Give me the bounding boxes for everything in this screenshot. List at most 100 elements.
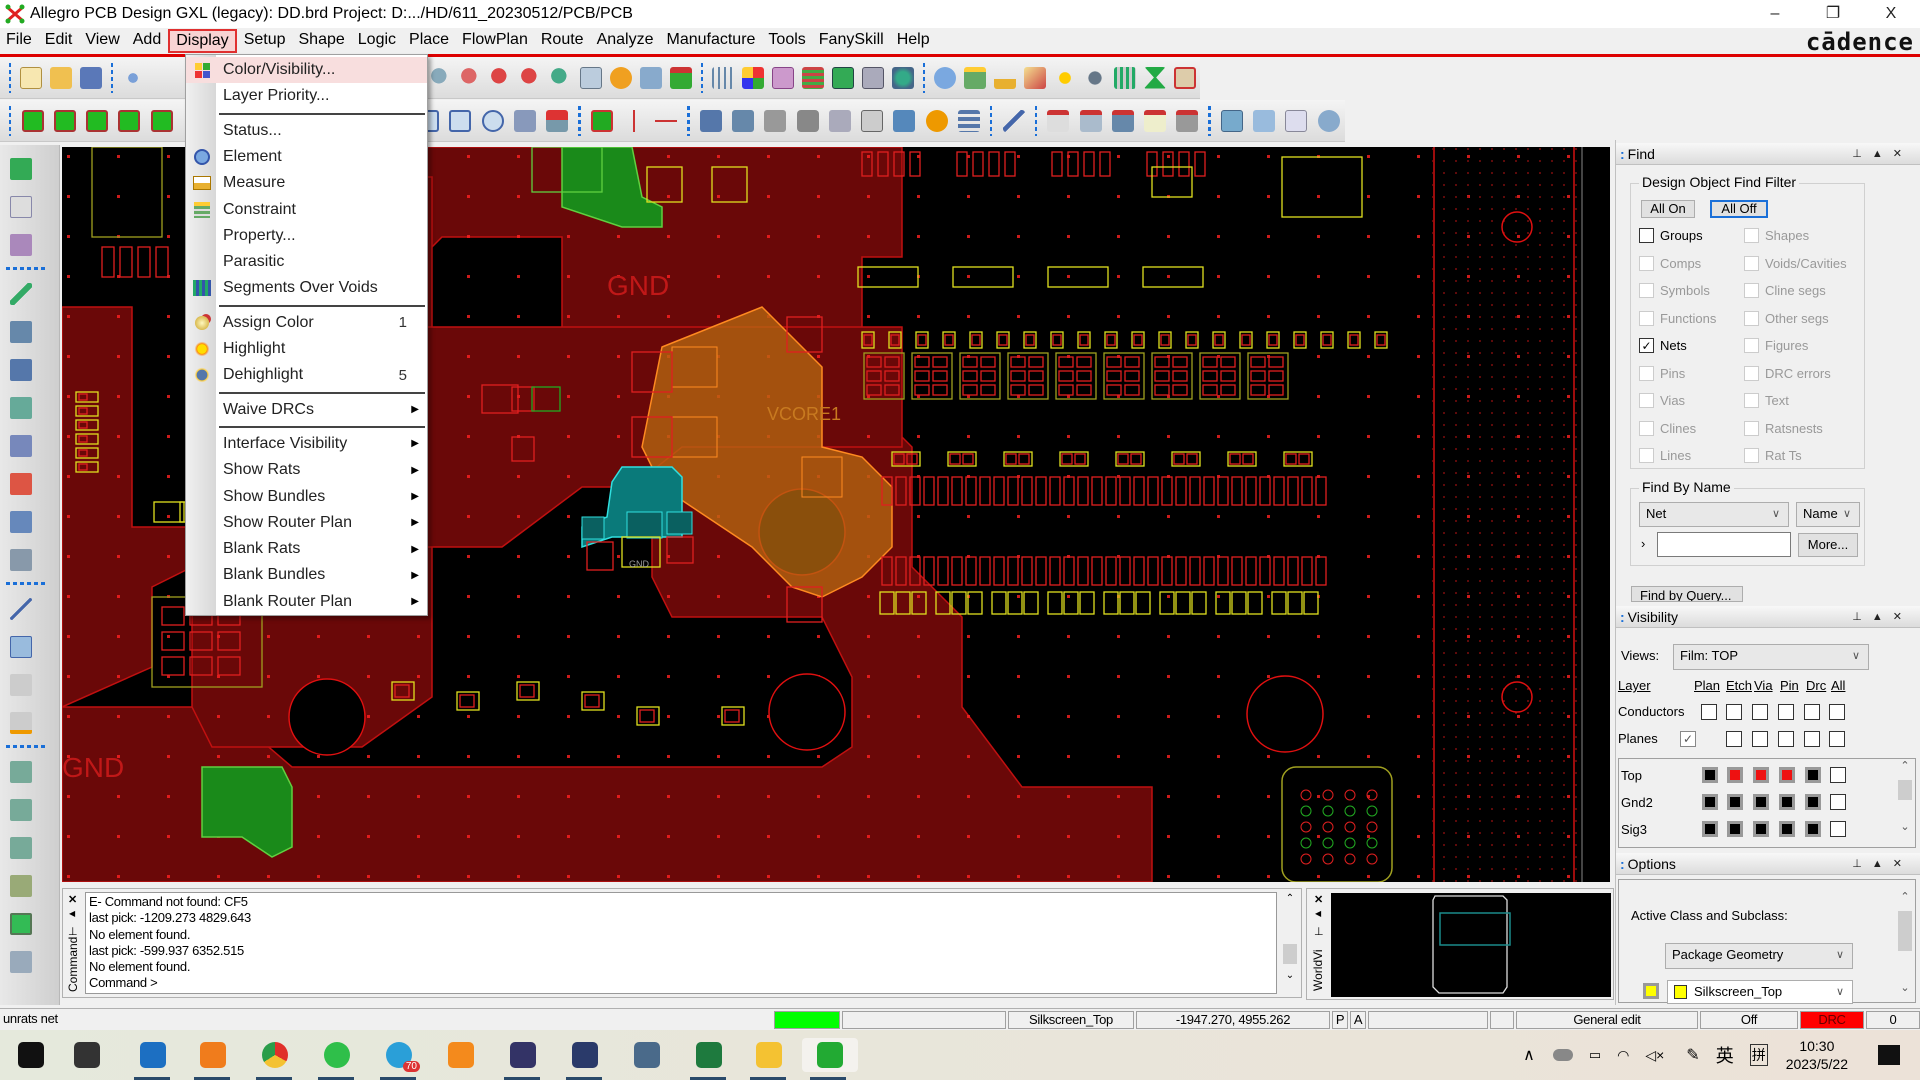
report-button[interactable] [860,106,884,136]
toolbar-grip[interactable] [1208,105,1211,136]
find-by-query-button[interactable]: Find by Query... [1631,586,1743,602]
layer-color-checkbox[interactable] [1779,794,1795,810]
find-filter-other-segs[interactable]: Other segs [1744,310,1829,326]
toolbar-grip[interactable] [6,745,46,748]
task-view-icon[interactable] [70,1038,104,1072]
visibility-checkbox[interactable] [1726,704,1742,720]
menu-item-assign-color[interactable]: Assign Color 1 [186,310,427,336]
find-filter-ratsnests[interactable]: Ratsnests [1744,420,1823,436]
tool-place-manual[interactable] [6,155,36,183]
find-filter-rat-ts[interactable]: Rat Ts [1744,448,1802,463]
close-icon[interactable]: ✕ [1314,893,1323,906]
toolbar-grip[interactable] [111,62,114,93]
scroll-down-icon[interactable]: ⌄ [1281,970,1299,981]
menu-item-constraint[interactable]: Constraint [186,197,427,223]
tool-edit-text[interactable] [6,709,36,737]
class-select[interactable]: Package Geometry ∨ [1665,943,1853,969]
zoom-in-button[interactable] [489,63,512,93]
find-filter-symbols[interactable]: Symbols [1639,283,1710,298]
place-button[interactable] [20,106,44,136]
menu-setup[interactable]: Setup [238,29,292,53]
flip-button[interactable] [669,63,692,93]
allegro-icon[interactable] [802,1038,858,1072]
highlight-button[interactable] [1054,63,1077,93]
checkbox[interactable] [1639,283,1654,298]
layer-color-checkbox[interactable] [1727,767,1743,783]
menu-item-status[interactable]: Status... [186,118,427,144]
menu-item-interface-visibility[interactable]: Interface Visibility ▶ [186,431,427,457]
visibility-checkbox[interactable] [1752,731,1768,747]
toolbar-grip[interactable] [687,105,690,136]
refdes-button[interactable] [828,106,852,136]
collapse-icon[interactable]: ▲ [1872,858,1893,870]
menu-item-highlight[interactable]: Highlight [186,336,427,362]
grid-button[interactable] [711,63,734,93]
toolbar-grip[interactable] [990,105,993,136]
menu-item-dehighlight[interactable]: Dehighlight 5 [186,362,427,388]
layer-color-checkbox[interactable] [1805,767,1821,783]
tool-edit-vertex[interactable] [6,758,36,786]
menu-edit[interactable]: Edit [39,29,79,53]
column-header-all[interactable]: All [1831,678,1845,693]
tool-custom-smooth[interactable] [6,394,36,422]
edit-mode-field[interactable]: General edit [1516,1011,1698,1029]
tool-add-line[interactable] [6,595,36,623]
place-route-button[interactable] [149,106,173,136]
visibility-checkbox[interactable] [1778,704,1794,720]
all-on-button[interactable]: All On [1641,200,1695,218]
measure-button[interactable] [994,63,1017,93]
checkbox[interactable] [1744,338,1759,353]
checkbox[interactable]: ✓ [1639,338,1654,353]
menu-view[interactable]: View [79,29,125,53]
layer-color-checkbox[interactable] [1727,821,1743,837]
menu-item-color-visibility[interactable]: Color/Visibility... [186,57,427,83]
layer-color-checkbox[interactable] [1702,767,1718,783]
telegram-icon[interactable]: 70 [382,1038,420,1072]
signal-model-button[interactable] [1111,106,1135,136]
checkbox[interactable] [1744,310,1759,326]
restore-button[interactable]: ❐ [1804,0,1862,28]
layer-color-checkbox[interactable] [1727,794,1743,810]
command-scrollbar[interactable]: ⌃ ⌄ [1281,893,1299,993]
menu-route[interactable]: Route [535,29,590,53]
dimension-linear-button[interactable] [654,106,678,136]
expand-arrow-icon[interactable]: › [1641,536,1645,551]
pin-icon[interactable]: ⊥ [1852,858,1872,870]
calculator-icon[interactable] [630,1038,664,1072]
menu-add[interactable]: Add [127,29,167,53]
pcb-editor-icon[interactable] [506,1038,540,1072]
minimize-button[interactable]: – [1746,0,1804,28]
onedrive-icon[interactable] [1552,1049,1573,1061]
panel-button[interactable] [1284,106,1308,136]
close-icon[interactable]: ✕ [68,893,77,906]
tool-edit-segment[interactable] [6,834,36,862]
menu-flowplan[interactable]: FlowPlan [456,29,534,53]
tool-cut[interactable] [6,948,36,976]
find-filter-voids-cavities[interactable]: Voids/Cavities [1744,255,1847,271]
menu-item-layer-priority[interactable]: Layer Priority... [186,83,427,109]
signal-probe-button[interactable] [1175,106,1199,136]
shape-delete-button[interactable] [545,106,569,136]
pin-icon[interactable]: ⊥ [1852,148,1872,160]
find-filter-functions[interactable]: Functions [1639,310,1716,326]
windows-start-icon[interactable] [14,1038,48,1072]
menu-item-show-bundles[interactable]: Show Bundles ▶ [186,484,427,510]
layer-color-checkbox[interactable] [1753,767,1769,783]
menu-item-element[interactable]: Element [186,144,427,170]
menu-item-measure[interactable]: Measure [186,170,427,196]
command-output[interactable]: E- Command not found: CF5 last pick: -12… [85,892,1277,994]
tool-delay-tune[interactable] [6,356,36,384]
toolbar-grip[interactable] [1034,105,1038,136]
checkbox[interactable] [1744,448,1759,463]
drc-indicator[interactable]: DRC [1800,1011,1864,1029]
worldview-map[interactable] [1331,893,1611,997]
probe-button[interactable] [763,106,787,136]
column-header-drc[interactable]: Drc [1806,678,1826,693]
toolbar-grip[interactable] [922,62,926,93]
find-filter-text[interactable]: Text [1744,393,1789,408]
checkbox[interactable] [1744,255,1759,271]
views-select[interactable]: Film: TOP ∨ [1673,644,1869,670]
search-app-icon[interactable] [196,1038,230,1072]
shape-circle-button[interactable] [480,106,504,136]
menu-item-show-router-plan[interactable]: Show Router Plan ▶ [186,510,427,536]
